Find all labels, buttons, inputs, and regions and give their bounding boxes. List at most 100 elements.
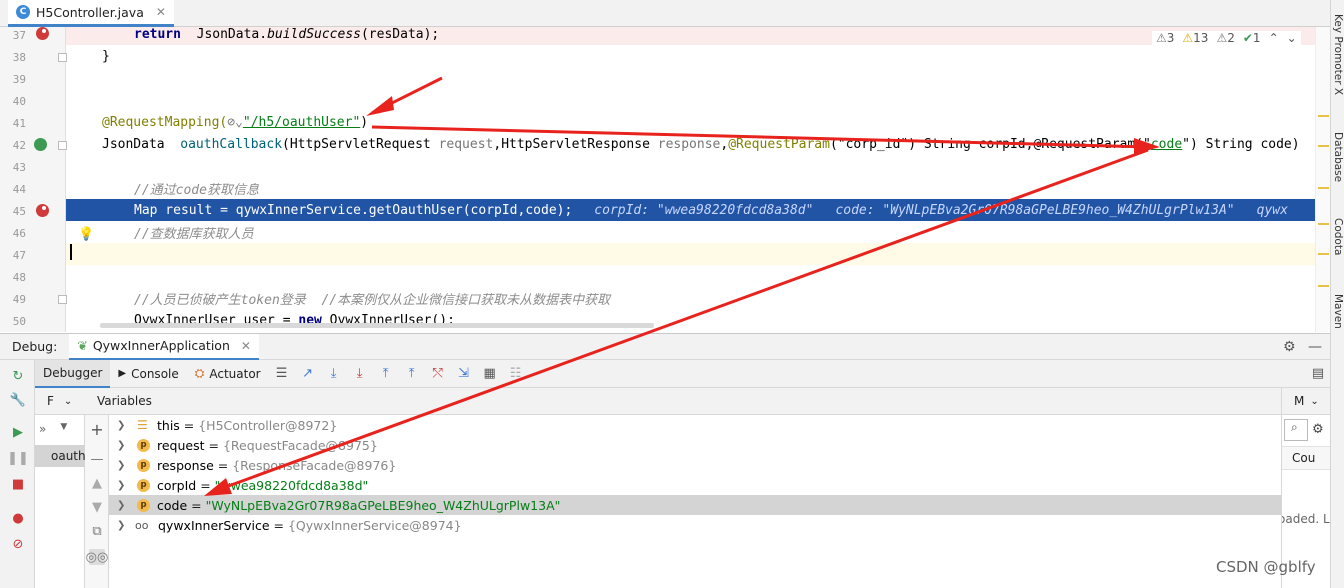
variable-value: {H5Controller@8972} [198,417,338,433]
this-icon: ☰ [137,418,148,432]
parameter-icon: p [137,498,150,512]
frame-item[interactable]: oauth [35,445,85,467]
chevron-down-icon[interactable]: ⌄ [64,396,72,407]
variable-row-code[interactable]: ❯ p code = "WyNLpEBva2Gr07R98aGPeLBE9heo_W… [109,495,1281,515]
code-editor[interactable]: 37 38 39 40 41 42 43 44 45 46 47 48 49 5… [0,27,1330,332]
view-breakpoints-icon[interactable]: ● [10,510,26,526]
thread-selector[interactable]: » ▼ [39,422,67,436]
debug-left-toolbar: ↻ 🔧 ▶ ❚❚ ■ ● ⊘ [0,360,35,588]
link-icon[interactable]: ⊘⌄ [227,115,243,130]
variables-header: Variables [85,388,1281,415]
expand-icon[interactable]: ❯ [117,520,129,531]
inspection-widget[interactable]: ⚠3 ⚠13 ⚠2 ✔1 ⌃ ⌄ [1152,31,1301,45]
trace-icon[interactable]: ☷ [507,365,525,383]
variables-label: Variables [97,394,152,408]
debug-session-tab[interactable]: ❦ QywxInnerApplication ✕ [69,333,259,360]
maven-tool[interactable]: Maven [1332,294,1344,329]
evaluate-icon[interactable]: ▦ [481,365,499,383]
variable-row-this[interactable]: ❯ ☰ this = {H5Controller@8972} [109,415,1281,435]
tab-console[interactable]: ▶ Console [110,360,186,388]
tab-h5controller[interactable]: C H5Controller.java ✕ [8,0,174,27]
line-number: 48 [12,271,26,284]
parameter-icon: p [137,458,150,472]
gear-icon[interactable]: ⚙ [1312,422,1324,437]
close-tab-icon[interactable]: ✕ [156,5,166,19]
add-watch-icon[interactable]: + [89,420,105,439]
mute-breakpoints-icon[interactable]: ⊘ [10,536,26,552]
memory-count-header[interactable]: Cou [1282,446,1330,470]
restore-layout-icon[interactable]: ▤ [1309,365,1327,383]
minimize-icon[interactable]: — [1308,339,1322,355]
debug-label: Debug: [12,339,58,354]
step-out-icon[interactable]: ⤒ [403,365,421,383]
copy-icon[interactable]: ⧉ [89,523,105,539]
spring-boot-icon: ❦ [77,338,88,353]
java-class-icon: C [16,5,30,19]
breakpoint-icon[interactable] [36,204,49,217]
step-into-icon[interactable]: ⤓ [351,365,369,383]
inline-value-code: code: "WyNLpEBva2Gr07R98aGPeLBE9heo_W4Zh… [835,202,1235,218]
line-number: 45 [12,205,26,218]
mapping-path[interactable]: "/h5/oauthUser" [243,115,360,130]
glasses-icon[interactable]: ◎◎ [86,549,108,565]
stop-icon[interactable]: ■ [10,476,26,492]
key-promoter-tool[interactable]: Key Promoter X [1332,14,1344,95]
scroll-marker [1318,285,1329,287]
variable-row-qywxinnerservice[interactable]: ❯ oo qywxInnerService = {QywxInnerService@… [109,515,1281,535]
tab-label: Actuator [209,366,261,381]
expand-icon[interactable]: ❯ [117,500,129,511]
chevron-up-icon[interactable]: ⌃ [1269,31,1279,45]
variable-row-request[interactable]: ❯ p request = {RequestFacade@8975} [109,435,1281,455]
wrench-icon[interactable]: 🔧 [10,392,26,408]
expand-icon[interactable]: ❯ [117,420,129,431]
move-down-icon[interactable]: ▼ [89,499,105,515]
memory-header[interactable]: M ⌄ [1282,388,1330,415]
dropdown-icon: ▼ [60,422,68,432]
chevron-down-icon[interactable]: ⌄ [1287,31,1297,45]
code-text: ,HttpServletResponse [493,136,658,152]
rerun-icon[interactable]: ↻ [10,368,26,384]
layout-menu-icon[interactable]: ☰ [273,365,291,383]
code-text: (HttpServletRequest [282,136,439,152]
expand-icon[interactable]: ❯ [117,480,129,491]
memory-search-input[interactable]: ⌕ [1284,419,1308,441]
horizontal-scrollbar[interactable] [100,323,654,328]
show-execution-point-icon[interactable]: ↗ [299,365,317,383]
annotation-text: @RequestMapping( [102,114,228,130]
remove-watch-icon[interactable]: — [89,451,105,467]
line-number: 44 [12,183,26,196]
database-tool[interactable]: Database [1332,132,1344,182]
variable-value: {ResponseFacade@8976} [232,457,397,473]
tab-actuator[interactable]: ⛭ Actuator [187,360,269,388]
frames-pane: F ⌄ » ▼ oauth [35,388,85,588]
close-session-icon[interactable]: ✕ [241,339,251,353]
variable-name: corpId [157,477,197,493]
codota-tool[interactable]: Codota [1332,218,1344,255]
debug-tool-window-header: Debug: ❦ QywxInnerApplication ✕ ⚙ — [0,333,1330,360]
breakpoint-icon[interactable] [36,27,49,40]
line-number: 41 [12,117,26,130]
inline-value-more: qywx [1256,202,1288,218]
editor-scrollbar[interactable] [1315,27,1330,332]
expand-icon[interactable]: ❯ [117,460,129,471]
pause-icon[interactable]: ❚❚ [7,450,29,466]
variable-row-response[interactable]: ❯ p response = {ResponseFacade@8976} [109,455,1281,475]
run-gutter-icon[interactable] [34,138,47,151]
move-up-icon[interactable]: ▲ [89,475,105,491]
tab-debugger[interactable]: Debugger [35,359,111,388]
param-name: request [438,136,494,152]
line-number: 38 [12,51,26,64]
expand-icon[interactable]: ❯ [117,440,129,451]
resume-icon[interactable]: ▶ [10,424,26,440]
run-to-cursor-icon[interactable]: ⇲ [455,365,473,383]
variable-value: "wwea98220fdcd8a38d" [214,477,369,493]
frames-header[interactable]: F ⌄ [35,388,85,415]
return-type: JsonData [102,136,181,152]
drop-frame-icon[interactable]: ⤲ [429,365,447,383]
lightbulb-icon[interactable]: 💡 [78,227,94,242]
step-over-icon[interactable]: ⤓ [325,365,343,383]
variable-row-corpid[interactable]: ❯ p corpId = "wwea98220fdcd8a38d" [109,475,1281,495]
force-step-into-icon[interactable]: ⤒ [377,365,395,383]
chevron-down-icon[interactable]: ⌄ [1310,396,1318,407]
gear-icon[interactable]: ⚙ [1283,339,1296,355]
